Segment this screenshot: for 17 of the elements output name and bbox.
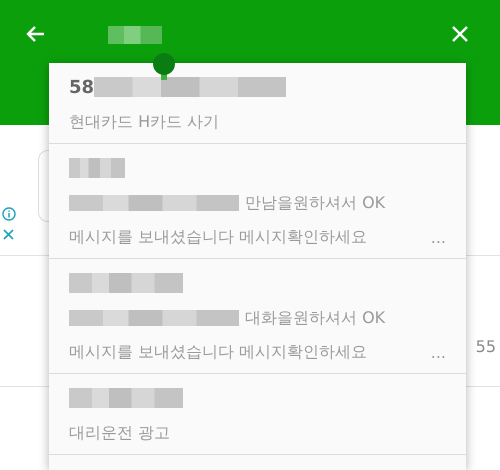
item-text: 메시지를 보내셨습니다 메시지확인하세요 (69, 226, 368, 248)
pin-icon (151, 52, 177, 82)
item-text: 메시지를 보내셨습니다 메시지확인하세요 (69, 342, 368, 362)
info-icon[interactable] (2, 207, 16, 221)
item-title: 58 (69, 76, 94, 98)
ellipsis-text: ... (430, 228, 446, 246)
list-text: 55 (476, 337, 496, 356)
popup-item[interactable]: 만남을원하셔서 OK 메시지를 보내셨습니다 메시지확인하세요 ... (49, 144, 466, 259)
item-text: 대리운전 광고 (69, 422, 170, 444)
item-text: 만남을원하셔서 OK (245, 192, 386, 214)
item-text: 대화을원하셔서 OK (245, 308, 386, 328)
item-text: 현대카드 H카드 사기 (69, 112, 220, 132)
close-icon[interactable] (2, 228, 15, 241)
popup-item[interactable]: 대리운전 광고 (49, 374, 466, 455)
popup-item[interactable]: 대화을원하셔서 OK 메시지를 보내셨습니다 메시지확인하세요 ... (49, 259, 466, 374)
popup-item[interactable]: 58 현대카드 H카드 사기 (49, 63, 466, 144)
ellipsis-text: ... (430, 342, 446, 362)
